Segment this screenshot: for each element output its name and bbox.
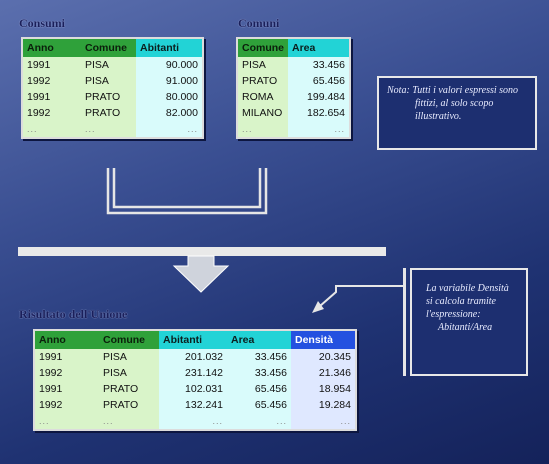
table-cell: 19.284 — [291, 397, 355, 413]
table-cell: PISA — [99, 349, 159, 365]
join-bracket — [106, 168, 268, 215]
ellipsis-cell: ... — [227, 413, 291, 429]
table-cell: PISA — [99, 365, 159, 381]
column-header: Densità — [291, 331, 355, 349]
table-row: 1992 PRATO 132.241 65.456 19.284 — [35, 397, 355, 413]
pointer-arrow — [319, 285, 404, 307]
table-cell: PRATO — [99, 381, 159, 397]
table-cell: 20.345 — [291, 349, 355, 365]
column-header: Anno — [35, 331, 99, 349]
risultato-table: Anno Comune Abitanti Area Densità 1991 P… — [33, 329, 357, 431]
table-row: 1991 PISA 201.032 33.456 20.345 — [35, 349, 355, 365]
ellipsis-cell: ... — [159, 413, 227, 429]
table-cell: 1991 — [35, 381, 99, 397]
table-header-row: Anno Comune Abitanti Area Densità — [35, 331, 355, 349]
column-header: Area — [227, 331, 291, 349]
down-arrow — [172, 255, 230, 293]
table-row: 1991 PRATO 102.031 65.456 18.954 — [35, 381, 355, 397]
table-cell: 33.456 — [227, 349, 291, 365]
table-cell: PRATO — [99, 397, 159, 413]
ellipsis-cell: ... — [99, 413, 159, 429]
table-cell: 1991 — [35, 349, 99, 365]
table-cell: 1992 — [35, 365, 99, 381]
table-row: 1992 PISA 231.142 33.456 21.346 — [35, 365, 355, 381]
ellipsis-cell: ... — [291, 413, 355, 429]
separator-band — [18, 247, 386, 256]
table-cell: 1992 — [35, 397, 99, 413]
table-cell: 231.142 — [159, 365, 227, 381]
table-cell: 132.241 — [159, 397, 227, 413]
ellipsis-cell: ... — [35, 413, 99, 429]
table-cell: 201.032 — [159, 349, 227, 365]
table-cell: 18.954 — [291, 381, 355, 397]
table-cell: 102.031 — [159, 381, 227, 397]
note-side-bar — [403, 268, 406, 376]
table-row-ellipsis: ... ... ... ... ... — [35, 413, 355, 429]
column-header: Comune — [99, 331, 159, 349]
table-cell: 21.346 — [291, 365, 355, 381]
column-header: Abitanti — [159, 331, 227, 349]
table-cell: 33.456 — [227, 365, 291, 381]
table-cell: 65.456 — [227, 397, 291, 413]
table-cell: 65.456 — [227, 381, 291, 397]
